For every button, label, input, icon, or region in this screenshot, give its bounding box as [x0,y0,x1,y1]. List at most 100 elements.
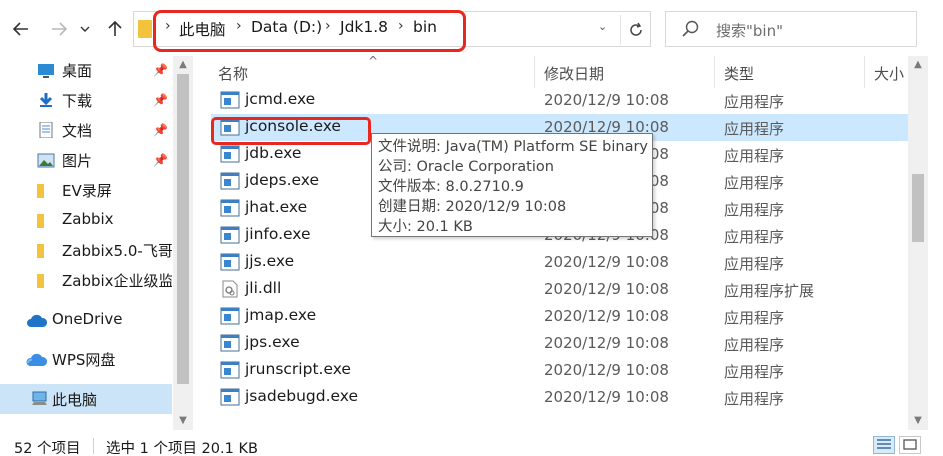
file-name: jrunscript.exe [245,360,351,378]
file-name: jmap.exe [245,306,317,324]
large-icons-view-icon [903,439,917,450]
file-type: 应用程序 [724,174,785,192]
file-date: 2020/12/9 10:08 [544,280,669,298]
pin-icon: 📌 [153,63,168,77]
sort-ascending-icon: ^ [368,56,379,68]
search-box[interactable]: 搜索"bin" [665,11,917,47]
details-view-button[interactable] [873,436,895,454]
nav-item-onedrive[interactable]: OneDrive [0,306,172,336]
file-name: jdb.exe [245,144,302,162]
document-icon [39,122,53,138]
file-date: 2020/12/9 10:08 [544,253,669,271]
nav-item-documents[interactable]: 文档 📌 [0,116,172,146]
column-name[interactable]: 名称 [218,63,248,84]
file-row[interactable]: jcmd.exe 2020/12/9 10:08 应用程序 [211,87,908,114]
file-date: 2020/12/9 10:08 [544,388,669,406]
file-row[interactable]: jsadebugd.exe 2020/12/9 10:08 应用程序 [211,384,908,411]
file-date: 2020/12/9 10:08 [544,307,669,325]
tooltip-description: 文件说明: Java(TM) Platform SE binary [378,139,648,155]
large-icons-view-button[interactable] [899,436,921,454]
file-info-tooltip: 文件说明: Java(TM) Platform SE binary 公司: Or… [371,133,653,237]
nav-item-pictures[interactable]: 图片 📌 [0,146,172,176]
file-date: 2020/12/9 10:08 [544,334,669,352]
refresh-button[interactable] [620,15,650,45]
file-row[interactable]: jrunscript.exe 2020/12/9 10:08 应用程序 [211,357,908,384]
tooltip-version: 文件版本: 8.0.2710.9 [378,179,524,195]
chevron-down-icon [80,26,90,32]
address-dropdown-icon[interactable]: ⌄ [598,20,607,33]
column-divider[interactable] [714,56,715,88]
nav-scrollbar[interactable]: ▲ ▼ [173,56,193,430]
pin-icon: 📌 [153,153,168,167]
status-divider [93,438,94,454]
tooltip-company: 公司: Oracle Corporation [378,159,554,175]
file-row[interactable]: jmap.exe 2020/12/9 10:08 应用程序 [211,303,908,330]
nav-item-downloads[interactable]: 下载 📌 [0,86,172,116]
folder-icon [37,274,44,288]
exe-icon [220,334,240,352]
exe-icon [220,145,240,163]
exe-icon [220,91,240,109]
tooltip-created: 创建日期: 2020/12/9 10:08 [378,199,567,215]
arrow-left-icon [13,22,28,36]
recent-locations-button[interactable] [76,16,94,42]
nav-item-this-pc[interactable]: 此电脑 [0,384,172,414]
nav-item-zabbix-enterprise[interactable]: Zabbix企业级监 [0,266,172,296]
wps-cloud-icon [26,353,48,366]
file-type: 应用程序 [724,120,785,138]
scroll-down-arrow-icon[interactable]: ▼ [173,412,193,428]
nav-item-zabbix[interactable]: Zabbix [0,206,172,236]
navigation-pane: 桌面 📌 下载 📌 文档 📌 图片 📌 EV录屏 Zabbix Zabbix5.… [0,56,193,430]
nav-item-ev-recording[interactable]: EV录屏 [0,176,172,206]
file-name: jli.dll [245,279,282,297]
column-date[interactable]: 修改日期 [544,63,604,84]
file-name: jsadebugd.exe [245,387,359,405]
scroll-down-arrow-icon[interactable]: ▼ [908,412,928,428]
picture-icon [37,153,55,168]
item-count: 52 个项目 [14,441,81,456]
file-list-scrollbar-thumb[interactable] [912,174,924,242]
column-type[interactable]: 类型 [724,63,754,84]
column-size[interactable]: 大小 [874,63,904,84]
file-row[interactable]: jps.exe 2020/12/9 10:08 应用程序 [211,330,908,357]
back-button[interactable] [8,16,34,42]
arrow-right-icon [52,22,67,36]
file-row[interactable]: jli.dll 2020/12/9 10:08 应用程序扩展 [211,276,908,303]
forward-button[interactable] [46,16,72,42]
refresh-icon [629,22,642,36]
up-button[interactable] [102,16,128,42]
exe-icon [220,199,240,217]
exe-icon [220,226,240,244]
exe-icon [220,307,240,325]
file-type: 应用程序 [724,228,785,246]
tooltip-size: 大小: 20.1 KB [378,219,473,235]
pin-icon: 📌 [153,93,168,107]
nav-item-wps-cloud[interactable]: WPS网盘 [0,345,172,375]
file-type: 应用程序 [724,363,785,381]
dll-icon [222,280,238,298]
file-type: 应用程序 [724,390,785,408]
file-row[interactable]: jjs.exe 2020/12/9 10:08 应用程序 [211,249,908,276]
selection-info: 选中 1 个项目 20.1 KB [106,441,258,456]
file-type: 应用程序 [724,93,785,111]
scroll-up-arrow-icon[interactable]: ▲ [908,56,928,72]
column-divider[interactable] [534,56,535,88]
column-divider[interactable] [864,56,865,88]
computer-icon [32,391,47,405]
nav-scrollbar-thumb[interactable] [177,74,189,384]
folder-icon [138,20,152,38]
file-name: jinfo.exe [245,225,311,243]
file-type: 应用程序 [724,147,785,165]
search-placeholder: 搜索"bin" [716,22,783,40]
column-header: ^ 名称 修改日期 类型 大小 [193,56,923,88]
address-toolbar: › 此电脑 › Data (D:) › Jdk1.8 › bin ⌄ 搜索"bi… [0,0,943,56]
nav-item-zabbix5[interactable]: Zabbix5.0-飞哥 [0,236,172,266]
folder-icon [37,244,44,258]
annotation-highlight-address [153,10,466,52]
nav-item-desktop[interactable]: 桌面 📌 [0,56,172,86]
download-icon [39,93,53,107]
file-date: 2020/12/9 10:08 [544,91,669,109]
scroll-up-arrow-icon[interactable]: ▲ [173,56,193,72]
annotation-highlight-file [211,117,371,145]
file-list-scrollbar[interactable]: ▲ ▼ [908,56,928,430]
